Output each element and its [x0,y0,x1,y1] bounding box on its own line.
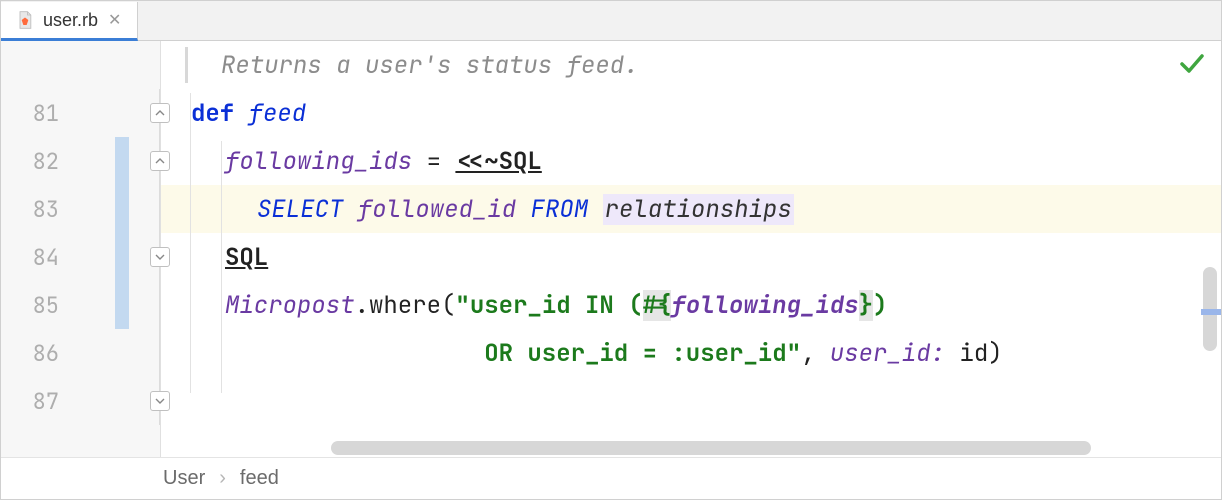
local-var: following_ids [225,146,412,177]
interp-var: following_ids [671,290,858,321]
gutter-row: 83 [1,185,160,233]
tab-label: user.rb [43,10,98,31]
doc-bar [185,47,188,83]
line-number: 86 [11,339,59,368]
minimap-marker[interactable] [1201,309,1221,315]
gutter: 81 82 83 84 85 86 [1,41,161,457]
chevron-right-icon: › [219,467,226,490]
gutter-row: 86 [1,329,160,377]
string: ) [873,290,887,321]
code-area[interactable]: Returns a user's status feed. def feed f… [161,41,1221,457]
breadcrumb-item[interactable]: feed [240,467,279,490]
line-number: 85 [11,291,59,320]
horizontal-scrollbar[interactable] [331,441,1191,457]
gutter-row: 84 [1,233,160,281]
vcs-change-marker[interactable] [115,185,129,233]
method-name: feed [249,98,307,129]
vcs-change-marker[interactable] [115,233,129,281]
fold-handle[interactable] [150,391,170,411]
symbol-key: user_id: [830,338,945,369]
gutter-row: 85 [1,281,160,329]
code-line[interactable] [161,377,1221,425]
operator: = [412,146,455,177]
horizontal-scrollbar-thumb[interactable] [331,441,1091,455]
editor-right-track [1197,41,1221,457]
paren: ) [988,338,1002,369]
vcs-change-marker[interactable] [115,281,129,329]
line-number: 82 [11,147,59,176]
code-line[interactable]: following_ids = <<~SQL [161,137,1221,185]
heredoc-open: <<~SQL [455,146,541,177]
code-line[interactable]: SQL [161,233,1221,281]
interp-close: } [859,290,873,321]
gutter-row: 82 [1,137,160,185]
code-line-current[interactable]: SELECT followed_id FROM relationships [161,185,1221,233]
identifier: id [959,338,988,369]
method-call: .where( [355,290,456,321]
fold-handle[interactable] [150,151,170,171]
sql-column: followed_id [358,194,516,225]
fold-handle[interactable] [150,103,170,123]
sql-keyword: FROM [531,194,589,225]
editor-area: 81 82 83 84 85 86 [1,41,1221,457]
sql-keyword: SELECT [257,194,343,225]
code-line[interactable]: def feed [161,89,1221,137]
line-number: 83 [11,195,59,224]
string: OR user_id = :user_id" [225,338,801,369]
heredoc-close: SQL [225,242,268,273]
interp-open: #{ [643,290,672,321]
doc-comment: Returns a user's status feed. [221,50,639,81]
gutter-row [1,41,160,89]
string: "user_id IN ( [455,290,642,321]
tab-bar: user.rb ✕ [1,1,1221,41]
gutter-row: 87 [1,377,160,425]
comma: , [801,338,830,369]
breadcrumb-item[interactable]: User [163,467,205,490]
fold-handle[interactable] [150,247,170,267]
close-icon[interactable]: ✕ [106,10,123,30]
keyword-def: def [191,98,234,129]
line-number: 84 [11,243,59,272]
sql-table: relationships [603,194,794,225]
breadcrumb: User › feed [1,457,1221,499]
code-line[interactable]: Micropost.where("user_id IN (#{following… [161,281,1221,329]
constant: Micropost [225,290,355,321]
line-number: 81 [11,99,59,128]
gutter-row: 81 [1,89,160,137]
code-line[interactable]: Returns a user's status feed. [161,41,1221,89]
ruby-file-icon [15,10,35,30]
line-number: 87 [11,387,59,416]
code-line[interactable]: OR user_id = :user_id", user_id: id) [161,329,1221,377]
tab-user-rb[interactable]: user.rb ✕ [1,2,138,41]
vcs-change-marker[interactable] [115,137,129,185]
